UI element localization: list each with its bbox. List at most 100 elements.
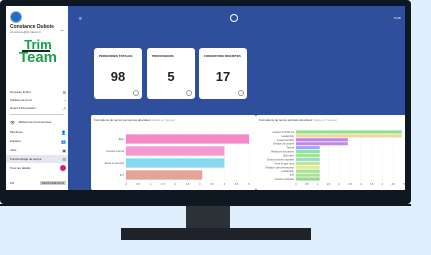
bar <box>296 173 320 177</box>
kpi-value: 98 <box>110 69 126 84</box>
category-label: Gestion d'équipe <box>275 177 295 181</box>
x-tick-label: 3.5 <box>370 182 374 186</box>
sidebar-item-label: Tableau de bord <box>10 98 32 102</box>
language-toggle[interactable]: FR <box>10 181 14 185</box>
logout-button[interactable]: DECONNEXION <box>39 181 66 185</box>
kpi-title: PROFESSIONS <box>152 54 174 58</box>
menu-icon[interactable]: ≡ <box>79 16 82 22</box>
bar <box>296 146 320 150</box>
sidebar-footer: FR DECONNEXION <box>10 181 66 185</box>
chart-panel-activities: Formations de temps activités abordées (… <box>256 115 405 190</box>
x-tick-label: 1.5 <box>327 182 331 186</box>
x-tick-label: 2.5 <box>348 182 352 186</box>
x-tick-label: 2 <box>174 182 176 186</box>
bar <box>296 157 320 161</box>
bar-chart-people: 0 0.5 1 1.5 2 2.5 3 3.5 4 4.5 5 Bien Gestion interne… <box>105 133 250 186</box>
sidebar-item-label: Equipes <box>10 139 21 143</box>
x-tick-label: 3 <box>199 182 201 186</box>
kpi-card-total-people: PERSONNES TOTALES 98 <box>94 48 142 99</box>
monitor-stand-neck <box>186 206 230 230</box>
sidebar-section-label: Tableau de bord services <box>18 120 52 124</box>
eye-icon: 👁 <box>10 119 16 125</box>
bar <box>296 177 320 181</box>
sidebar-divider <box>10 114 64 115</box>
user-icon: 👤 <box>61 129 66 135</box>
x-tick-label: 4.5 <box>391 182 395 186</box>
info-icon[interactable] <box>133 90 139 96</box>
category-label: Gestion interne <box>106 149 124 153</box>
bar <box>296 153 320 158</box>
kpi-value: 17 <box>215 69 231 84</box>
category-label: Bien-être <box>283 154 294 158</box>
bar <box>296 161 320 165</box>
bar-chart-activities: 0 0.5 1 1.5 2 2.5 3 3.5 4 4.5 5Gestion COVID-19Lea… <box>265 130 405 186</box>
sidebar-item-members[interactable]: Membres 👤 <box>10 128 66 136</box>
info-icon[interactable] <box>238 90 244 96</box>
chart-panel-people: Formations de temps personnes abordées (… <box>91 115 256 190</box>
monitor: Constance Dubois constance@trimteam.fr ⌄… <box>0 0 431 240</box>
category-label: Bien <box>119 137 125 141</box>
sidebar-item-time-tracking[interactable]: Fonctionnage de temps ☰ <box>6 155 68 163</box>
x-tick-label: 3.5 <box>210 182 214 186</box>
briefcase-icon: ▣ <box>62 147 66 153</box>
x-tick-label: 4 <box>224 182 226 186</box>
x-tick-label: 2.5 <box>186 182 190 186</box>
info-icon[interactable] <box>186 90 192 96</box>
category-label: Relation client/entreprise <box>265 165 294 169</box>
bar <box>296 130 402 134</box>
category-label: Leadership <box>281 134 294 138</box>
sidebar-item-label: Notes d'information <box>10 106 36 110</box>
monitor-stand-base <box>121 228 311 240</box>
bar <box>126 170 203 180</box>
bar <box>296 150 320 154</box>
bar <box>296 169 320 173</box>
x-tick-label: 0.5 <box>305 182 309 186</box>
logo-bar <box>22 50 50 52</box>
bar <box>296 138 348 142</box>
x-tick-label: 5 <box>403 182 405 186</box>
sidebar-item-label: Nouveau fichier <box>10 90 31 94</box>
logo-line2: Team <box>18 48 58 66</box>
notification-badge <box>60 165 66 171</box>
sidebar-item-jobs[interactable]: Jobs ▣ <box>10 146 66 154</box>
category-label: Vivre et agir hors <box>274 161 294 165</box>
sidebar-item-all-details[interactable]: Tous les détails <box>10 164 66 172</box>
user-avatar[interactable] <box>10 11 22 23</box>
user-email: constance@trimteam.fr <box>10 30 42 34</box>
kpi-title: PERSONNES TOTALES <box>99 54 133 58</box>
sidebar-item-dashboard[interactable]: Tableau de bord ◔ <box>10 96 66 104</box>
x-tick-label: 4 <box>382 182 384 186</box>
x-tick-label: 1 <box>317 182 319 186</box>
sidebar-item-new-file[interactable]: Nouveau fichier ⊞ <box>10 88 66 96</box>
profile-link[interactable]: Profil <box>394 16 401 20</box>
category-label: Relations humaines <box>271 150 294 154</box>
x-tick-label: 4.5 <box>235 182 239 186</box>
category-label: IUT <box>290 173 295 177</box>
export-icon: ↗ <box>62 105 66 111</box>
sidebar-item-label: Tous les détails <box>10 166 31 170</box>
category-label: Impact durable <box>277 138 295 142</box>
sidebar-item-notes[interactable]: Notes d'information ↗ <box>10 104 66 112</box>
sidebar-item-teams[interactable]: Equipes 👥 <box>10 137 66 145</box>
kpi-value: 5 <box>167 69 175 84</box>
sidebar: Constance Dubois constance@trimteam.fr ⌄… <box>6 6 68 190</box>
bar <box>126 146 225 156</box>
trimteam-logo: Trim Team <box>13 38 63 66</box>
bar <box>296 142 348 146</box>
x-tick-label: 3 <box>360 182 362 186</box>
x-tick-label: 5 <box>248 182 250 186</box>
kpi-card-trainings: FORMATIONS INSCRITES 17 <box>199 48 247 99</box>
sidebar-item-label: Jobs <box>10 148 17 152</box>
file-icon: ⊞ <box>62 89 66 95</box>
category-label: Travail <box>286 146 294 150</box>
x-tick-label: 1 <box>150 182 152 186</box>
sidebar-item-label: Fonctionnage de temps <box>10 157 42 161</box>
sidebar-section-services[interactable]: 👁 Tableau de bord services <box>10 118 66 126</box>
list-icon: ☰ <box>62 156 66 162</box>
bar <box>296 134 402 138</box>
gear-icon[interactable] <box>230 14 238 22</box>
kpi-card-professions: PROFESSIONS 5 <box>147 48 195 99</box>
bar <box>126 158 225 168</box>
category-label: Gestion COVID-19 <box>272 130 294 134</box>
chevron-down-icon[interactable]: ⌄ <box>60 27 64 33</box>
